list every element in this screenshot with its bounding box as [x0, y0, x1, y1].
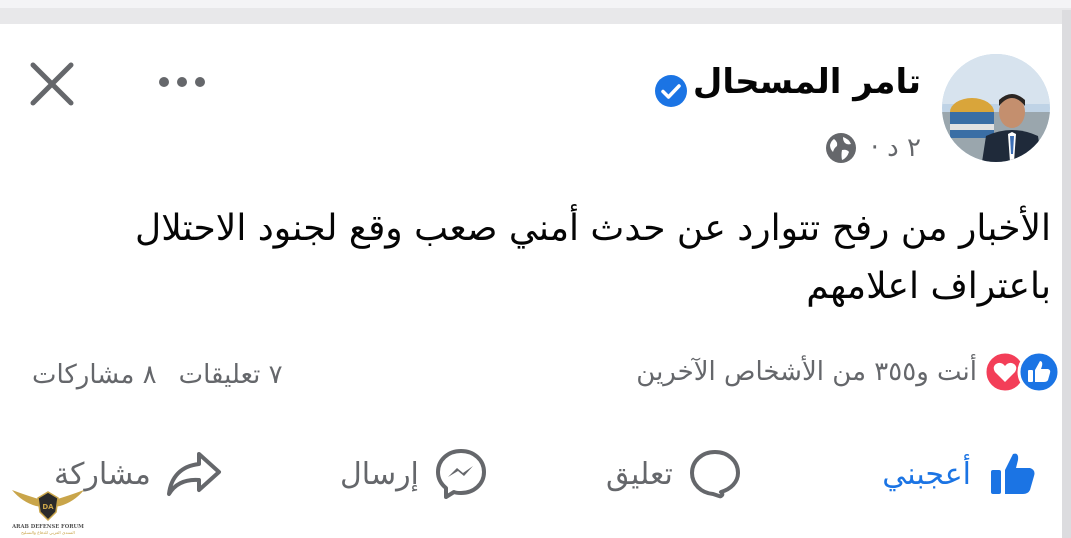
thumbs-up-icon — [991, 453, 1035, 494]
messenger-icon — [435, 449, 486, 499]
verified-icon — [655, 75, 687, 107]
close-icon — [30, 62, 74, 106]
post-text: الأخبار من رفح تتوارد عن حدث أمني صعب وق… — [135, 208, 1051, 307]
like-button[interactable]: أعجبني — [882, 446, 1041, 502]
reaction-icons — [983, 350, 1061, 394]
send-button[interactable]: إرسال — [340, 446, 489, 502]
share-icon — [166, 452, 221, 496]
comment-icon — [689, 450, 740, 499]
avatar-image — [942, 54, 1050, 162]
right-border — [1062, 10, 1071, 538]
send-label: إرسال — [340, 456, 419, 492]
reactions-count: أنت و٣٥٥ من الأشخاص الآخرين — [636, 357, 977, 387]
forum-watermark-logo: DA ARAB DEFENSE FORUM المنتدى العربي للد… — [11, 490, 84, 535]
watermark-logo-text: DA — [42, 503, 54, 511]
globe-icon — [825, 133, 856, 163]
like-reaction-icon — [1017, 350, 1061, 394]
engagement-stats: ٧ تعليقات ٨ مشاركات — [32, 360, 283, 390]
more-options-button[interactable] — [150, 62, 214, 102]
comment-label: تعليق — [606, 456, 673, 492]
post-time[interactable]: ٢ د · — [871, 133, 921, 163]
shares-count[interactable]: ٨ مشاركات — [32, 360, 157, 390]
more-icon — [159, 77, 169, 87]
comments-count[interactable]: ٧ تعليقات — [179, 360, 283, 390]
close-button[interactable] — [24, 56, 80, 112]
like-label: أعجبني — [882, 456, 971, 492]
watermark-forum-name-ar: المنتدى العربي للدفاع والتسليح — [21, 530, 75, 535]
reactions-summary[interactable]: أنت و٣٥٥ من الأشخاص الآخرين — [636, 350, 1061, 394]
post-meta: ٢ د · — [825, 132, 921, 164]
comment-button[interactable]: تعليق — [606, 446, 743, 502]
author-name[interactable]: تامر المسحال — [693, 62, 921, 102]
avatar[interactable] — [942, 54, 1050, 162]
top-border — [0, 0, 1071, 24]
